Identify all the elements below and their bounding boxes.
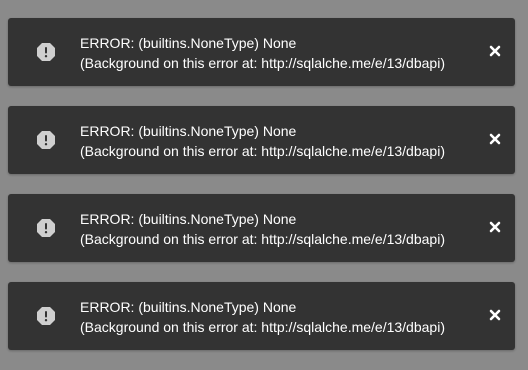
close-icon bbox=[489, 45, 501, 57]
error-message-title: ERROR: (builtins.NoneType) None bbox=[80, 211, 297, 227]
error-message: ERROR: (builtins.NoneType) None (Backgro… bbox=[80, 297, 445, 337]
error-message: ERROR: (builtins.NoneType) None (Backgro… bbox=[80, 33, 445, 73]
close-icon bbox=[489, 133, 501, 145]
close-icon bbox=[489, 309, 501, 321]
close-icon bbox=[489, 221, 501, 233]
error-message-detail: (Background on this error at: http://sql… bbox=[80, 319, 445, 335]
close-button[interactable] bbox=[487, 131, 503, 147]
error-toast: ERROR: (builtins.NoneType) None (Backgro… bbox=[8, 282, 515, 350]
close-button[interactable] bbox=[487, 307, 503, 323]
error-message-detail: (Background on this error at: http://sql… bbox=[80, 143, 445, 159]
close-button[interactable] bbox=[487, 219, 503, 235]
error-toast-stack: ERROR: (builtins.NoneType) None (Backgro… bbox=[8, 18, 515, 370]
error-toast: ERROR: (builtins.NoneType) None (Backgro… bbox=[8, 18, 515, 86]
error-message-title: ERROR: (builtins.NoneType) None bbox=[80, 123, 297, 139]
error-toast: ERROR: (builtins.NoneType) None (Backgro… bbox=[8, 106, 515, 174]
close-button[interactable] bbox=[487, 43, 503, 59]
error-message-detail: (Background on this error at: http://sql… bbox=[80, 231, 445, 247]
error-toast: ERROR: (builtins.NoneType) None (Backgro… bbox=[8, 194, 515, 262]
alert-octagon-icon bbox=[36, 306, 56, 326]
error-message: ERROR: (builtins.NoneType) None (Backgro… bbox=[80, 209, 445, 249]
error-message: ERROR: (builtins.NoneType) None (Backgro… bbox=[80, 121, 445, 161]
alert-octagon-icon bbox=[36, 218, 56, 238]
alert-octagon-icon bbox=[36, 42, 56, 62]
error-message-title: ERROR: (builtins.NoneType) None bbox=[80, 35, 297, 51]
error-message-title: ERROR: (builtins.NoneType) None bbox=[80, 299, 297, 315]
alert-octagon-icon bbox=[36, 130, 56, 150]
error-message-detail: (Background on this error at: http://sql… bbox=[80, 55, 445, 71]
